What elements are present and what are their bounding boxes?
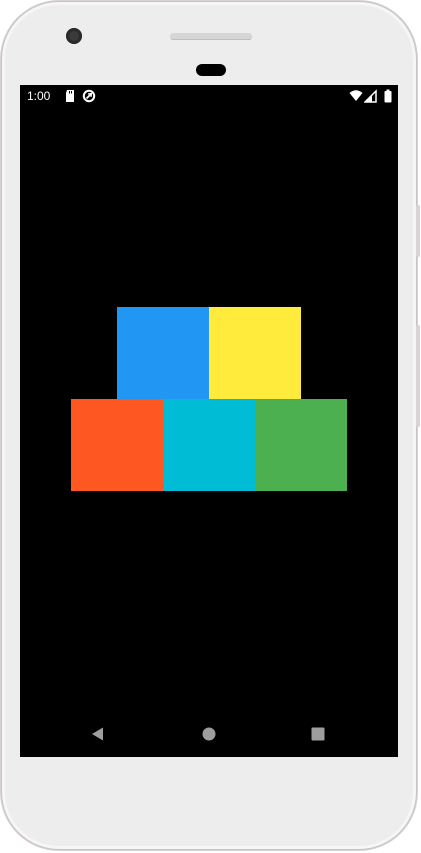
sync-icon <box>82 89 96 103</box>
navigation-bar <box>20 711 398 757</box>
status-time: 1:00 <box>27 89 51 103</box>
cellular-signal-icon <box>364 89 377 103</box>
green-block <box>255 399 347 491</box>
home-icon[interactable] <box>201 726 217 742</box>
sd-card-icon <box>66 90 74 102</box>
status-bar: 1:00 <box>20 85 398 107</box>
cyan-block <box>163 399 255 491</box>
front-camera <box>66 28 82 44</box>
proximity-sensor <box>196 64 226 76</box>
earpiece-speaker <box>170 33 252 40</box>
back-icon[interactable] <box>90 726 106 742</box>
screen: 1:00 <box>20 85 398 757</box>
orange-block <box>71 399 163 491</box>
yellow-block <box>209 307 301 399</box>
wifi-icon <box>349 90 363 101</box>
battery-icon <box>384 89 392 103</box>
volume-button[interactable] <box>416 205 420 257</box>
power-button[interactable] <box>416 325 420 427</box>
recents-icon[interactable] <box>310 726 326 742</box>
blue-block <box>117 307 209 399</box>
